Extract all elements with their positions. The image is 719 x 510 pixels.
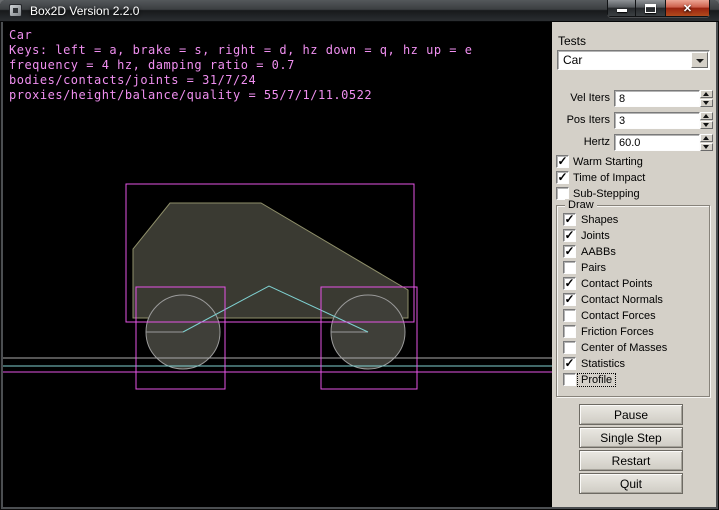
- checkbox-label: AABBs: [581, 246, 616, 258]
- checkbox-statistics[interactable]: ✓ Statistics: [557, 357, 709, 372]
- draw-group: Draw ✓Shapes✓Joints✓AABBsPairs✓Contact P…: [556, 205, 710, 397]
- checkbox-aabbs[interactable]: ✓ AABBs: [557, 245, 709, 260]
- checkbox-box: [563, 261, 576, 274]
- checkbox-box: ✓: [563, 245, 576, 258]
- window-title: Box2D Version 2.2.0: [30, 4, 139, 18]
- checkbox-label: Contact Points: [581, 278, 653, 290]
- pause-button[interactable]: Pause: [579, 404, 683, 425]
- checkbox-label: Center of Masses: [581, 342, 667, 354]
- pos-iters-spinner: Pos Iters 3: [552, 112, 716, 129]
- tests-label: Tests: [558, 34, 586, 48]
- checkbox-box: [563, 341, 576, 354]
- spinner-arrows: [700, 112, 713, 129]
- debug-text-line: bodies/contacts/joints = 31/7/24: [9, 73, 472, 88]
- hertz-label: Hertz: [552, 136, 610, 148]
- checkbox-box: ✓: [563, 213, 576, 226]
- minimize-icon: [617, 9, 627, 12]
- spinner-arrows: [700, 134, 713, 151]
- checkbox-box: ✓: [563, 357, 576, 370]
- app-icon: [9, 4, 22, 17]
- debug-text: CarKeys: left = a, brake = s, right = d,…: [9, 28, 472, 103]
- checkbox-label: Profile: [578, 374, 615, 386]
- debug-text-line: frequency = 4 hz, damping ratio = 0.7: [9, 58, 472, 73]
- maximize-icon: [645, 4, 656, 13]
- checkbox-box: [563, 373, 576, 386]
- checkbox-label: Warm Starting: [573, 156, 643, 168]
- checkbox-warm-starting[interactable]: ✓ Warm Starting: [552, 155, 716, 170]
- action-buttons: PauseSingle StepRestartQuit: [579, 404, 683, 504]
- spinner-up-icon[interactable]: [700, 90, 713, 98]
- close-button[interactable]: ✕: [665, 0, 710, 17]
- simulation-canvas[interactable]: CarKeys: left = a, brake = s, right = d,…: [3, 22, 552, 507]
- checkbox-profile[interactable]: Profile: [557, 373, 709, 388]
- quit-button[interactable]: Quit: [579, 473, 683, 494]
- chevron-down-icon[interactable]: [691, 52, 708, 68]
- checkbox-contact-forces[interactable]: Contact Forces: [557, 309, 709, 324]
- pos-iters-label: Pos Iters: [552, 114, 610, 126]
- checkbox-label: Shapes: [581, 214, 618, 226]
- tests-dropdown[interactable]: Car: [557, 50, 710, 70]
- control-panel: Tests Car Vel Iters8Pos Iters3Hertz60.0 …: [552, 22, 716, 507]
- debug-text-line: Car: [9, 28, 472, 43]
- restart-button[interactable]: Restart: [579, 450, 683, 471]
- checkbox-joints[interactable]: ✓ Joints: [557, 229, 709, 244]
- checkbox-center-of-masses[interactable]: Center of Masses: [557, 341, 709, 356]
- spinner-arrows: [700, 90, 713, 107]
- close-icon: ✕: [666, 2, 709, 15]
- hertz-spinner: Hertz 60.0: [552, 134, 716, 151]
- minimize-button[interactable]: [607, 0, 636, 17]
- caption-buttons: ✕: [607, 0, 710, 17]
- checkbox-pairs[interactable]: Pairs: [557, 261, 709, 276]
- single-step-button[interactable]: Single Step: [579, 427, 683, 448]
- spinner-down-icon[interactable]: [700, 99, 713, 107]
- vel-iters-spinner: Vel Iters 8: [552, 90, 716, 107]
- checkbox-contact-normals[interactable]: ✓ Contact Normals: [557, 293, 709, 308]
- spinner-up-icon[interactable]: [700, 134, 713, 142]
- checkbox-box: [563, 309, 576, 322]
- spinner-down-icon[interactable]: [700, 121, 713, 129]
- vel-iters-label: Vel Iters: [552, 92, 610, 104]
- checkbox-label: Statistics: [581, 358, 625, 370]
- checkbox-contact-points[interactable]: ✓ Contact Points: [557, 277, 709, 292]
- debug-text-line: Keys: left = a, brake = s, right = d, hz…: [9, 43, 472, 58]
- checkbox-label: Pairs: [581, 262, 606, 274]
- checkbox-friction-forces[interactable]: Friction Forces: [557, 325, 709, 340]
- checkbox-label: Time of Impact: [573, 172, 645, 184]
- tests-dropdown-value: Car: [563, 53, 582, 67]
- checkbox-box: ✓: [556, 171, 569, 184]
- window: Box2D Version 2.2.0 ✕ CarKeys:: [0, 0, 719, 510]
- client-area: CarKeys: left = a, brake = s, right = d,…: [3, 22, 716, 507]
- checkbox-label: Joints: [581, 230, 610, 242]
- checkbox-shapes[interactable]: ✓ Shapes: [557, 213, 709, 228]
- titlebar[interactable]: Box2D Version 2.2.0 ✕: [0, 0, 719, 22]
- checkbox-label: Contact Normals: [581, 294, 663, 306]
- spinner-up-icon[interactable]: [700, 112, 713, 120]
- checkbox-label: Contact Forces: [581, 310, 656, 322]
- checkbox-box: [563, 325, 576, 338]
- checkbox-box: ✓: [563, 229, 576, 242]
- checkbox-box: ✓: [563, 293, 576, 306]
- draw-group-title: Draw: [565, 199, 597, 211]
- checkbox-time-of-impact[interactable]: ✓ Time of Impact: [552, 171, 716, 186]
- hertz-input[interactable]: 60.0: [614, 134, 700, 151]
- debug-text-line: proxies/height/balance/quality = 55/7/1/…: [9, 88, 472, 103]
- pos-iters-input[interactable]: 3: [614, 112, 700, 129]
- checkbox-label: Friction Forces: [581, 326, 654, 338]
- spinner-down-icon[interactable]: [700, 143, 713, 151]
- checkbox-box: ✓: [563, 277, 576, 290]
- checkbox-box: ✓: [556, 155, 569, 168]
- maximize-button[interactable]: [636, 0, 665, 17]
- vel-iters-input[interactable]: 8: [614, 90, 700, 107]
